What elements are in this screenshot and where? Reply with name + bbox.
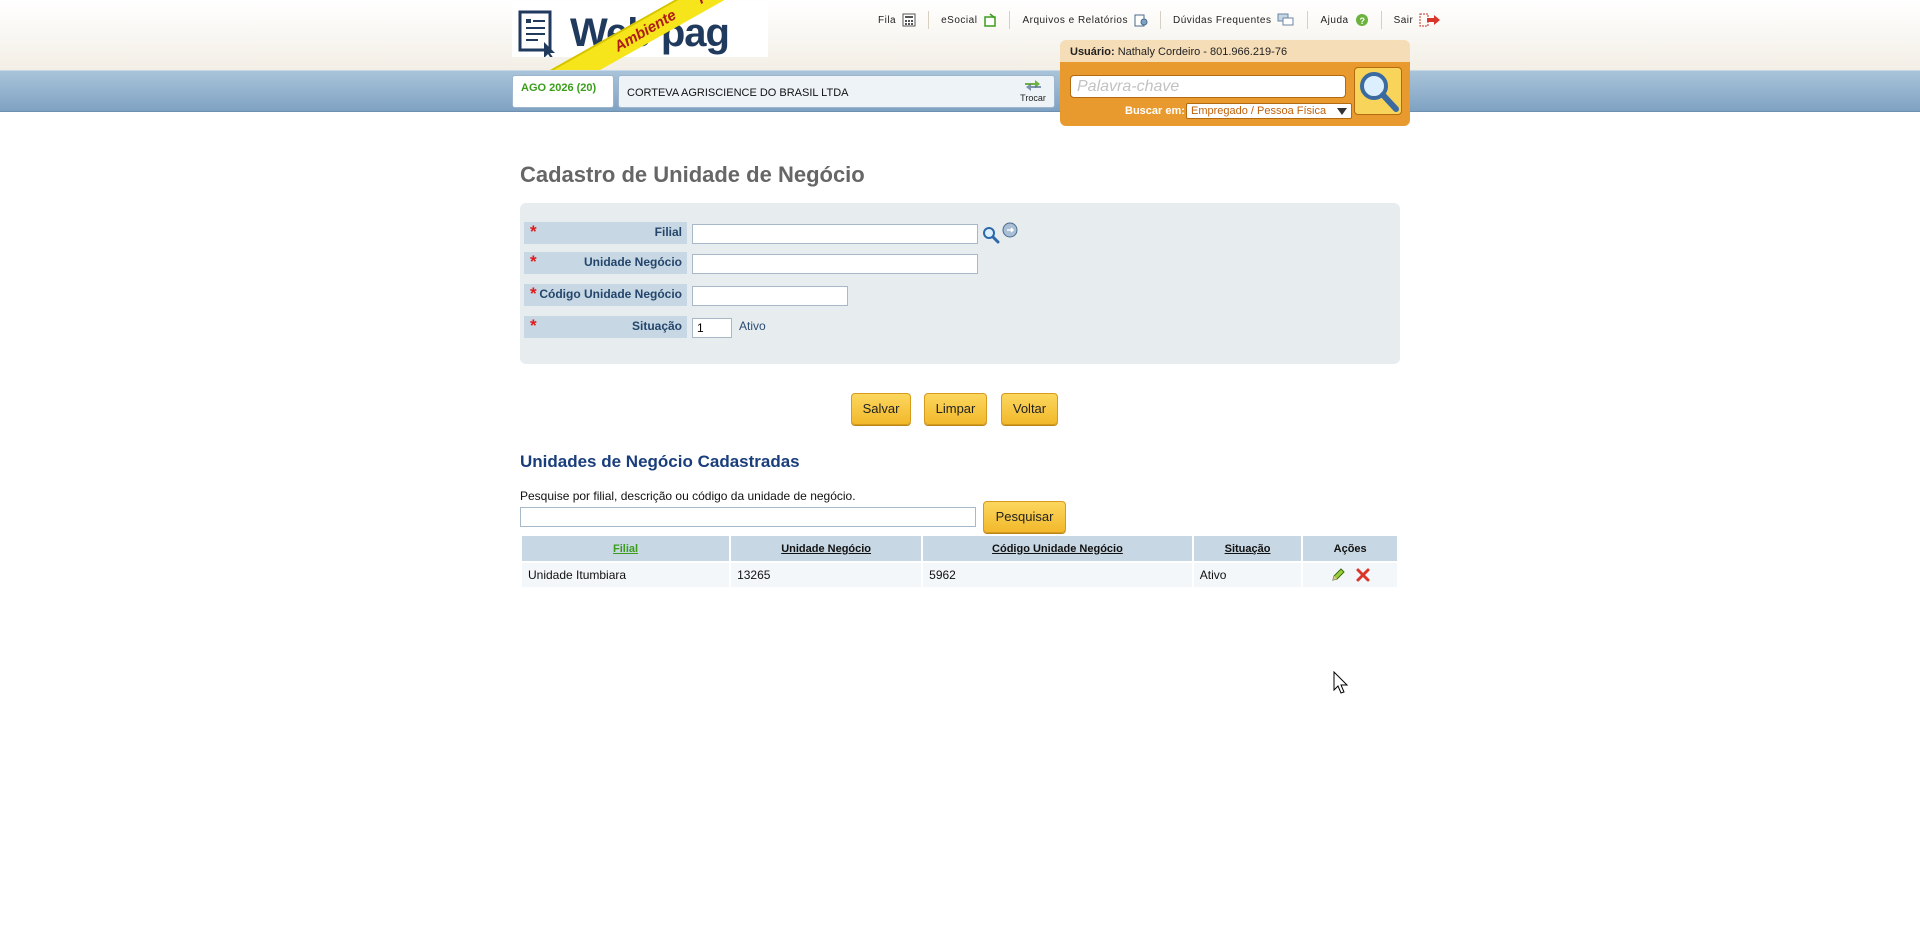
link-label: Dúvidas Frequentes	[1172, 14, 1272, 26]
magnifier-icon	[1360, 72, 1399, 112]
filial-input[interactable]	[692, 224, 978, 244]
required-mark: *	[530, 316, 537, 335]
delete-x-icon[interactable]	[1355, 567, 1371, 583]
section-title: Unidades de Negócio Cadastradas	[520, 452, 800, 471]
filial-label-text: Filial	[654, 225, 682, 239]
column-codigo-unidade[interactable]: Código Unidade Negócio	[923, 536, 1192, 561]
link-label: Sair	[1393, 14, 1414, 26]
clear-button[interactable]: Limpar	[924, 393, 987, 425]
period-selector[interactable]: AGO 2026 (20)	[512, 75, 614, 108]
back-button[interactable]: Voltar	[1001, 393, 1058, 425]
dropdown-arrow-icon	[1337, 108, 1347, 115]
unidade-label: * Unidade Negócio	[524, 252, 687, 274]
codigo-label-text: Código Unidade Negócio	[539, 287, 682, 301]
link-fila[interactable]: Fila	[866, 11, 930, 29]
required-mark: *	[530, 222, 537, 241]
user-info: Usuário: Nathaly Cordeiro - 801.966.219-…	[1060, 40, 1410, 62]
search-filial-icon[interactable]	[982, 226, 1000, 244]
report-icon	[1134, 14, 1148, 27]
page-title: Cadastro de Unidade de Negócio	[520, 162, 865, 187]
mouse-cursor-icon	[1333, 671, 1349, 694]
unidade-label-text: Unidade Negócio	[583, 255, 682, 269]
cell-codigo: 5962	[923, 561, 1192, 587]
top-links: Fila eSocial Arquivos e Relatórios Dúvid…	[866, 10, 1453, 30]
link-arquivos-relatorios[interactable]: Arquivos e Relatórios	[1010, 11, 1161, 29]
esocial-icon	[984, 13, 997, 27]
business-units-table: Filial Unidade Negócio Código Unidade Ne…	[520, 536, 1399, 587]
form-row-unidade: * Unidade Negócio	[520, 252, 1400, 274]
situacao-label-text: Situação	[631, 319, 682, 333]
link-ajuda[interactable]: Ajuda ?	[1308, 11, 1382, 29]
column-situacao[interactable]: Situação	[1193, 536, 1302, 561]
faq-icon	[1277, 13, 1294, 26]
cell-actions	[1303, 561, 1397, 587]
exit-icon	[1419, 13, 1441, 27]
link-label: Ajuda	[1320, 14, 1349, 26]
cell-unidade: 13265	[731, 561, 922, 587]
user-value: Nathaly Cordeiro - 801.966.219-76	[1117, 46, 1288, 58]
keyword-search-input[interactable]	[1070, 75, 1346, 98]
user-label: Usuário:	[1070, 46, 1115, 58]
global-search-button[interactable]	[1354, 67, 1402, 115]
link-label: Fila	[878, 14, 897, 26]
codigo-unidade-input[interactable]	[692, 286, 848, 306]
form-row-situacao: * Situação Ativo	[520, 316, 1400, 338]
lookup-filial-icon[interactable]	[1002, 222, 1018, 238]
column-filial[interactable]: Filial	[522, 536, 730, 561]
company-name: CORTEVA AGRISCIENCE DO BRASIL LTDA	[627, 87, 849, 99]
period-value: AGO 2026 (20)	[521, 82, 597, 94]
search-hint: Pesquise por filial, descrição ou código…	[520, 489, 856, 503]
company-selector: CORTEVA AGRISCIENCE DO BRASIL LTDA Troca…	[618, 75, 1055, 108]
form-row-codigo: * Código Unidade Negócio	[520, 284, 1400, 306]
link-sair[interactable]: Sair	[1382, 11, 1454, 29]
filial-label: * Filial	[524, 222, 687, 244]
list-search-input[interactable]	[520, 507, 976, 527]
form-panel: * Filial * Unidade Negócio * Código Unid…	[520, 203, 1400, 364]
required-mark: *	[530, 284, 537, 303]
codigo-label: * Código Unidade Negócio	[524, 284, 687, 306]
link-esocial[interactable]: eSocial	[929, 11, 1011, 29]
table-header-row: Filial Unidade Negócio Código Unidade Ne…	[522, 536, 1397, 561]
cell-filial: Unidade Itumbiara	[522, 561, 730, 587]
search-in-select[interactable]: Empregado / Pessoa Física	[1186, 103, 1352, 119]
required-mark: *	[530, 252, 537, 271]
form-row-filial: * Filial	[520, 222, 1400, 244]
link-label: eSocial	[941, 14, 978, 26]
environment-ribbon: Ambiente Teste	[550, 0, 734, 70]
edit-pencil-icon[interactable]	[1330, 567, 1346, 583]
search-in-value: Empregado / Pessoa Física	[1191, 105, 1327, 117]
switch-company-label: Trocar	[1020, 93, 1046, 103]
swap-arrows-icon	[1025, 80, 1041, 91]
cell-situacao: Ativo	[1193, 561, 1302, 587]
svg-text:?: ?	[1359, 16, 1365, 26]
situacao-input[interactable]	[692, 318, 732, 338]
help-icon: ?	[1355, 14, 1368, 26]
link-label: Arquivos e Relatórios	[1022, 14, 1128, 26]
situacao-text: Ativo	[739, 319, 766, 333]
search-in-label: Buscar em:	[1125, 105, 1185, 117]
column-unidade-negocio[interactable]: Unidade Negócio	[731, 536, 922, 561]
search-button[interactable]: Pesquisar	[983, 501, 1066, 533]
global-search-panel: Buscar em: Empregado / Pessoa Física	[1060, 62, 1410, 126]
calculator-icon	[902, 13, 916, 27]
unidade-negocio-input[interactable]	[692, 254, 978, 274]
save-button[interactable]: Salvar	[851, 393, 911, 425]
switch-company-button[interactable]: Trocar	[1018, 79, 1048, 103]
situacao-label: * Situação	[524, 316, 687, 338]
link-duvidas-frequentes[interactable]: Dúvidas Frequentes	[1161, 11, 1309, 29]
column-acoes: Ações	[1303, 536, 1397, 561]
table-row: Unidade Itumbiara 13265 5962 Ativo	[522, 561, 1397, 587]
